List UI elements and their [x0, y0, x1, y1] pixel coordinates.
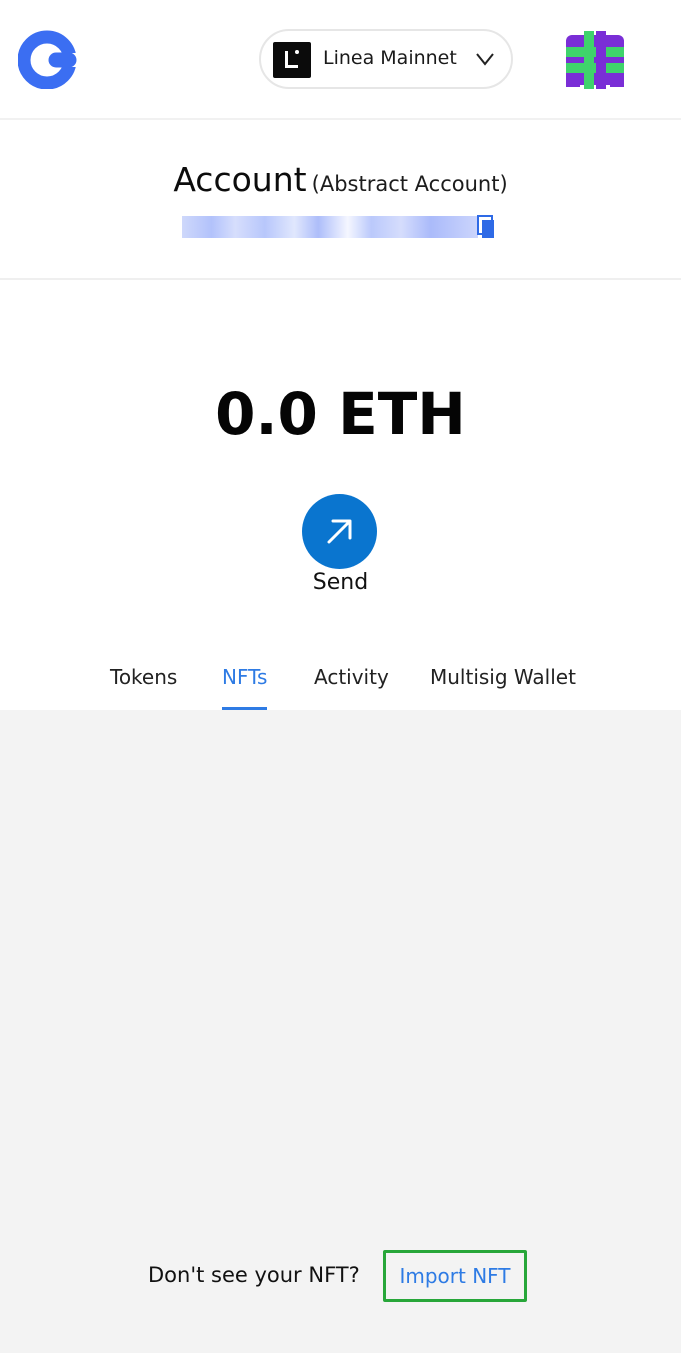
- send-button[interactable]: [302, 494, 377, 569]
- redacted-address: [182, 216, 478, 238]
- tab-nfts[interactable]: NFTs: [222, 665, 268, 710]
- account-name: Account: [173, 160, 307, 199]
- network-selector[interactable]: Linea Mainnet: [259, 29, 513, 89]
- import-nft-link[interactable]: Import NFT: [383, 1250, 527, 1302]
- balance-amount: 0.0 ETH: [215, 380, 466, 448]
- tab-tokens[interactable]: Tokens: [110, 665, 177, 710]
- tab-multisig-wallet[interactable]: Multisig Wallet: [430, 665, 576, 710]
- account-panel: Account (Abstract Account): [0, 122, 681, 280]
- tab-bar: Tokens NFTs Activity Multisig Wallet: [0, 660, 681, 710]
- account-heading: Account (Abstract Account): [0, 160, 681, 199]
- arrow-up-right-icon: [327, 519, 352, 544]
- network-name: Linea Mainnet: [323, 47, 457, 69]
- empty-prompt: Don't see your NFT?: [148, 1263, 360, 1287]
- nft-empty-state: Don't see your NFT? Import NFT: [0, 1250, 681, 1302]
- linea-logo-icon: [273, 42, 311, 78]
- copy-icon[interactable]: [476, 214, 496, 240]
- tab-activity[interactable]: Activity: [314, 665, 389, 710]
- chevron-down-icon: [475, 51, 495, 67]
- account-avatar[interactable]: [566, 31, 624, 89]
- account-address[interactable]: [178, 214, 498, 242]
- send-label: Send: [312, 570, 369, 595]
- account-type: (Abstract Account): [311, 172, 508, 196]
- app-logo-icon[interactable]: [17, 29, 80, 90]
- top-bar: Linea Mainnet: [0, 0, 681, 120]
